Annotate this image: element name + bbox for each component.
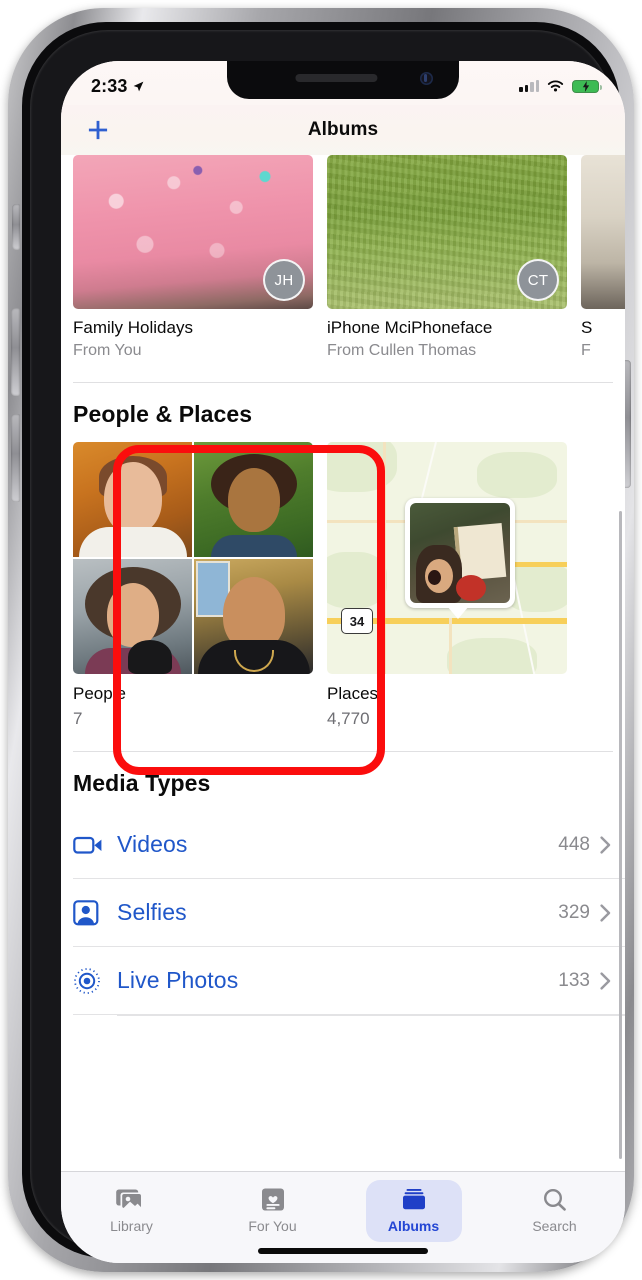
people-face-grid — [73, 442, 313, 674]
media-type-label: Live Photos — [117, 967, 239, 993]
people-places-row[interactable]: People 7 34 Places 4,770 — [61, 442, 625, 729]
tab-label: Search — [532, 1218, 577, 1234]
media-type-row-videos[interactable]: Videos 448 — [73, 811, 625, 879]
volume-down-button[interactable] — [11, 414, 20, 502]
video-camera-icon — [73, 834, 117, 856]
album-subtitle: From You — [73, 342, 142, 359]
album-thumbnail: JH — [73, 155, 313, 309]
people-card[interactable]: People 7 — [73, 442, 313, 729]
volume-up-button[interactable] — [11, 308, 20, 396]
for-you-card-icon — [261, 1188, 284, 1211]
notch — [227, 61, 459, 99]
status-time: 2:33 — [91, 75, 128, 96]
location-arrow-icon — [134, 81, 144, 91]
front-camera-icon — [420, 72, 433, 85]
plus-icon — [88, 120, 108, 140]
people-label: People — [73, 684, 126, 703]
silent-switch-button[interactable] — [12, 204, 20, 250]
vertical-scrollbar[interactable] — [618, 511, 622, 1159]
album-subtitle: From Cullen Thomas — [327, 342, 477, 359]
media-type-count: 448 — [558, 833, 590, 855]
phone-frame: 2:33 Albums JH Family Holidays From You … — [8, 8, 634, 1272]
places-count: 4,770 — [327, 709, 370, 728]
search-magnifier-icon — [543, 1188, 566, 1211]
map-pin-tail — [447, 606, 469, 619]
album-subtitle: F — [581, 342, 591, 359]
tab-search[interactable]: Search — [484, 1180, 625, 1242]
highway-shield: 34 — [341, 608, 373, 634]
live-photo-icon — [73, 967, 117, 995]
battery-charging-icon — [572, 79, 603, 93]
tab-library[interactable]: Library — [61, 1180, 202, 1242]
places-card[interactable]: 34 Places 4,770 — [327, 442, 567, 729]
media-type-label: Selfies — [117, 899, 187, 925]
people-count: 7 — [73, 709, 83, 728]
charging-bolt-icon — [582, 80, 589, 92]
face-thumbnail — [194, 442, 313, 557]
phone-bezel-inner: 2:33 Albums JH Family Holidays From You … — [30, 30, 625, 1263]
avatar: CT — [517, 259, 559, 301]
album-card[interactable]: CT iPhone MciPhoneface From Cullen Thoma… — [327, 155, 567, 360]
chevron-right-icon — [600, 835, 611, 854]
phone-screen: 2:33 Albums JH Family Holidays From You … — [61, 61, 625, 1263]
tab-albums[interactable]: Albums — [343, 1180, 484, 1242]
places-map: 34 — [327, 442, 567, 674]
album-card[interactable]: JH Family Holidays From You — [73, 155, 313, 360]
selfie-person-icon — [73, 899, 117, 926]
album-title: iPhone MciPhoneface — [327, 318, 493, 337]
section-title-media-types: Media Types — [73, 770, 211, 796]
tab-label: Library — [110, 1218, 153, 1234]
phone-bezel-outer: 2:33 Albums JH Family Holidays From You … — [22, 22, 625, 1263]
media-type-count: 329 — [558, 901, 590, 923]
navigation-bar: Albums — [61, 105, 625, 155]
album-card-partial[interactable]: S F — [581, 155, 625, 360]
places-label: Places — [327, 684, 379, 703]
status-bar-right — [519, 79, 603, 93]
albums-folder-icon — [402, 1189, 425, 1210]
tab-for-you[interactable]: For You — [202, 1180, 343, 1242]
media-type-label: Videos — [117, 831, 188, 857]
earpiece-speaker — [295, 74, 378, 82]
wifi-icon — [547, 80, 564, 92]
status-bar-left: 2:33 — [91, 76, 145, 97]
chevron-right-icon — [600, 903, 611, 922]
cellular-signal-icon — [519, 80, 539, 92]
map-photo-pin — [405, 498, 515, 608]
list-bottom-divider — [117, 1015, 625, 1016]
screenshot-stage: 2:33 Albums JH Family Holidays From You … — [0, 0, 642, 1280]
album-title: S — [581, 318, 593, 337]
media-type-row-selfies[interactable]: Selfies 329 — [73, 879, 625, 947]
avatar: JH — [263, 259, 305, 301]
tab-label: For You — [248, 1218, 297, 1234]
photo-stack-icon — [115, 1189, 142, 1210]
face-thumbnail — [194, 559, 313, 674]
face-thumbnail — [73, 559, 192, 674]
add-album-button[interactable] — [81, 113, 115, 147]
page-title: Albums — [307, 119, 379, 140]
album-title: Family Holidays — [73, 318, 193, 337]
albums-scroll-content[interactable]: JH Family Holidays From You CT iPhone Mc… — [61, 155, 625, 1171]
tab-label: Albums — [387, 1218, 440, 1234]
chevron-right-icon — [600, 971, 611, 990]
media-types-list: Videos 448 Selfies 329 Live Photos 133 — [61, 811, 625, 1016]
face-thumbnail — [73, 442, 192, 557]
shared-albums-row[interactable]: JH Family Holidays From You CT iPhone Mc… — [61, 155, 625, 360]
section-title-people-places: People & Places — [73, 401, 253, 427]
home-indicator[interactable] — [258, 1248, 428, 1254]
album-thumbnail — [581, 155, 625, 309]
album-thumbnail: CT — [327, 155, 567, 309]
media-type-row-live-photos[interactable]: Live Photos 133 — [73, 947, 625, 1015]
media-type-count: 133 — [558, 969, 590, 991]
